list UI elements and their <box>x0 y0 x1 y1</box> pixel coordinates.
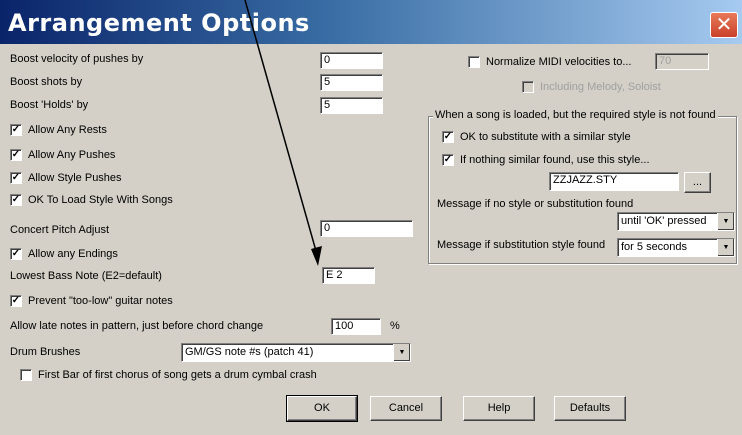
annotation-arrow-icon <box>244 0 322 266</box>
